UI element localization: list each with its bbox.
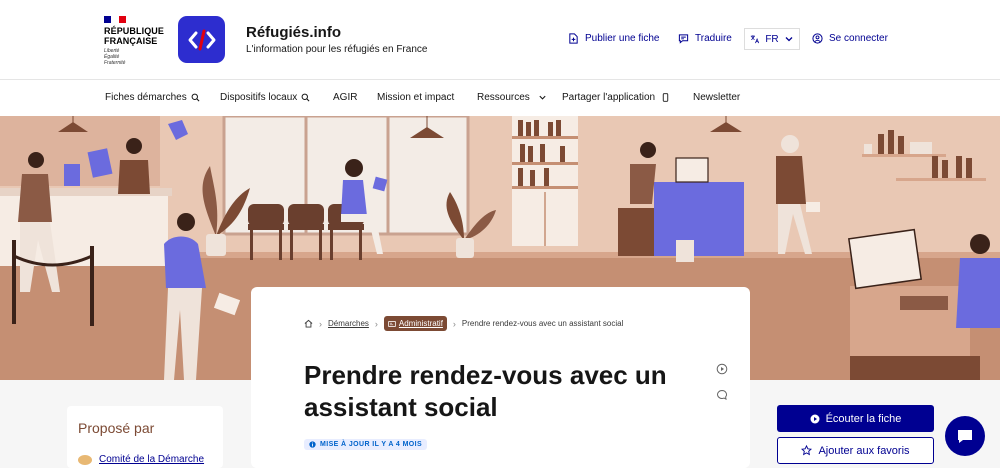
bookshelf-illustration: [512, 116, 578, 246]
site-header: RÉPUBLIQUE FRANÇAISE Liberté Égalité Fra…: [0, 0, 1000, 80]
nav-item-newsletter[interactable]: Newsletter: [693, 92, 740, 103]
play-icon[interactable]: [716, 363, 728, 375]
breadcrumb: › Démarches › Administratif › Prendre re…: [304, 316, 623, 331]
breadcrumb-item-administratif[interactable]: Administratif: [383, 316, 447, 331]
listen-button[interactable]: Écouter la fiche: [777, 405, 934, 432]
nav-item-fiches-demarches[interactable]: Fiches démarches: [105, 92, 200, 103]
organization-avatar: [78, 454, 92, 465]
flag-illustration: [168, 120, 188, 140]
nav-item-partager[interactable]: Partager l'application: [562, 92, 670, 103]
gov-devise: Liberté Égalité Fraternité: [104, 48, 126, 66]
home-icon[interactable]: [304, 319, 313, 328]
breadcrumb-item-demarches[interactable]: Démarches: [328, 319, 369, 328]
chat-icon: [678, 34, 689, 44]
nav-item-mission[interactable]: Mission et impact: [377, 92, 454, 103]
comment-icon[interactable]: [716, 389, 728, 401]
language-label: FR: [765, 33, 779, 45]
language-selector[interactable]: FR: [744, 28, 800, 50]
breadcrumb-current: Prendre rendez-vous avec un assistant so…: [461, 319, 624, 328]
gov-logo-line1: RÉPUBLIQUE: [104, 26, 165, 36]
chat-bubble-icon: [958, 430, 972, 443]
nav-item-dispositifs-locaux[interactable]: Dispositifs locaux: [220, 92, 310, 103]
nav-item-ressources[interactable]: Ressources: [477, 92, 547, 103]
proposed-by-panel: Proposé par Comité de la Démarche: [67, 406, 223, 468]
wall-shelves-illustration: [862, 130, 986, 181]
user-icon: [812, 33, 823, 44]
translate-button[interactable]: Traduire: [678, 33, 732, 44]
info-icon: [309, 441, 316, 448]
flag-icon: [104, 16, 126, 23]
gov-logo-line2: FRANÇAISE: [104, 36, 158, 46]
star-icon: [801, 445, 813, 456]
chevron-down-icon: [539, 95, 546, 100]
plant-middle-illustration: [446, 192, 496, 258]
brand-title[interactable]: Réfugiés.info: [246, 24, 341, 41]
proposed-by-title: Proposé par: [78, 420, 155, 436]
update-badge: MISE À JOUR IL Y A 4 MOIS: [304, 439, 428, 450]
chat-button[interactable]: [945, 416, 985, 456]
login-button[interactable]: Se connecter: [812, 33, 888, 44]
republique-francaise-logo[interactable]: RÉPUBLIQUE FRANÇAISE Liberté Égalité Fra…: [104, 16, 164, 66]
translate-label: Traduire: [695, 33, 732, 44]
search-icon: [191, 93, 200, 102]
breadcrumb-separator: ›: [452, 318, 456, 329]
main-card: › Démarches › Administratif › Prendre re…: [251, 287, 750, 468]
page-title: Prendre rendez-vous avec un assistant so…: [304, 360, 667, 422]
publish-label: Publier une fiche: [585, 33, 660, 44]
login-label: Se connecter: [829, 33, 888, 44]
id-card-icon: [388, 320, 396, 327]
proposer-link[interactable]: Comité de la Démarche: [78, 454, 204, 465]
phone-icon: [662, 93, 669, 102]
breadcrumb-separator: ›: [319, 318, 322, 329]
app-logo[interactable]: [178, 16, 225, 63]
breadcrumb-separator: ›: [374, 318, 378, 329]
publish-button[interactable]: Publier une fiche: [568, 33, 660, 44]
document-plus-icon: [569, 33, 578, 44]
chevron-down-icon: [785, 37, 793, 42]
add-favorite-button[interactable]: Ajouter aux favoris: [777, 437, 934, 464]
main-nav: Fiches démarches Dispositifs locaux AGIR…: [0, 80, 1000, 116]
brand-tagline: L'information pour les réfugiés en Franc…: [246, 44, 428, 55]
walking-elder-illustration: [776, 135, 820, 254]
nav-item-agir[interactable]: AGIR: [333, 92, 357, 103]
plant-right-illustration: [676, 240, 694, 260]
search-icon: [301, 93, 310, 102]
play-icon: [810, 414, 820, 423]
translate-icon: [751, 35, 760, 44]
code-brackets-icon: [188, 29, 215, 50]
